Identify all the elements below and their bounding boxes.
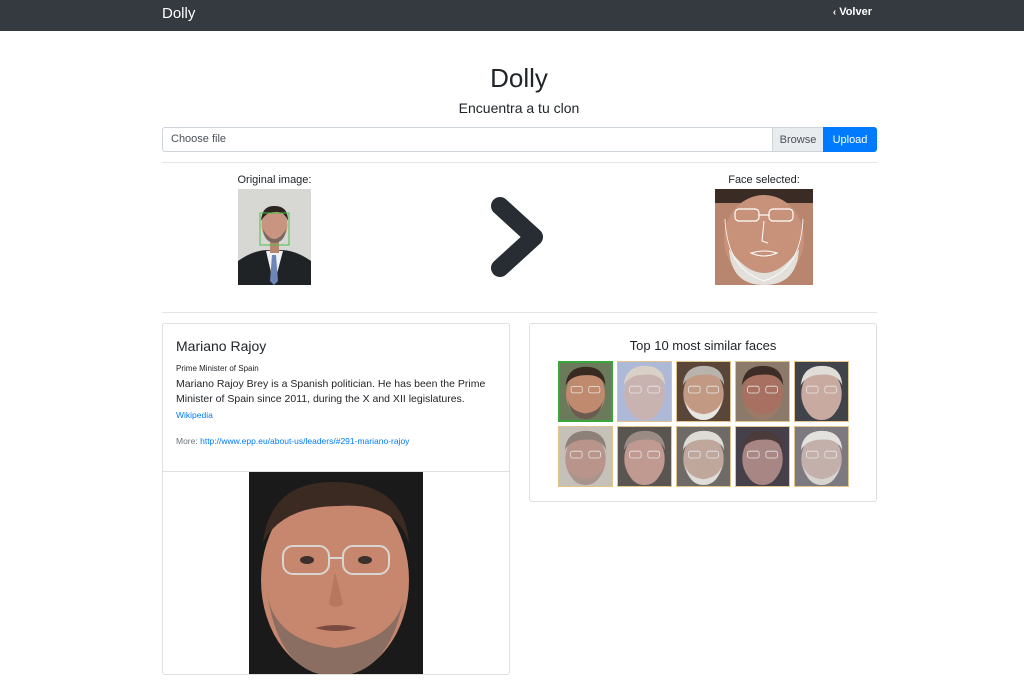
similar-face-thumb[interactable]	[558, 361, 613, 422]
navbar: Dolly ‹ Volver	[0, 0, 1024, 31]
brand-link[interactable]: Dolly	[162, 5, 195, 22]
similar-faces-card: Top 10 most similar faces	[529, 323, 877, 502]
chevron-right-icon	[491, 197, 543, 277]
similar-face-thumb[interactable]	[794, 426, 849, 487]
page-subtitle: Encuentra a tu clon	[458, 100, 580, 116]
match-info-card: Mariano Rajoy Prime Minister of Spain Ma…	[162, 323, 510, 675]
divider	[162, 312, 877, 313]
similar-face-thumb[interactable]	[558, 426, 613, 487]
upload-button[interactable]: Upload	[823, 127, 877, 152]
wikipedia-link[interactable]: Wikipedia	[176, 410, 213, 420]
person-photo	[249, 472, 423, 674]
person-name: Mariano Rajoy	[176, 338, 267, 354]
file-input-label: Choose file	[171, 133, 227, 145]
similar-face-thumb[interactable]	[617, 426, 672, 487]
selected-face-image	[715, 189, 813, 285]
selected-face-caption: Face selected:	[728, 174, 800, 186]
similar-face-thumb[interactable]	[735, 426, 790, 487]
more-url-link[interactable]: http://www.epp.eu/about-us/leaders/#291-…	[200, 436, 409, 446]
original-image	[238, 189, 311, 285]
person-description: Mariano Rajoy Brey is a Spanish politici…	[176, 378, 486, 405]
similar-face-thumb[interactable]	[735, 361, 790, 422]
similar-faces-title: Top 10 most similar faces	[629, 338, 777, 353]
more-prefix: More:	[176, 436, 198, 446]
page-title: Dolly	[490, 63, 548, 93]
similar-faces-grid	[558, 361, 849, 487]
divider	[162, 162, 877, 163]
browse-button[interactable]: Browse	[772, 128, 823, 151]
similar-face-thumb[interactable]	[676, 426, 731, 487]
similar-face-thumb[interactable]	[617, 361, 672, 422]
person-role: Prime Minister of Spain	[176, 364, 259, 373]
back-label: Volver	[839, 6, 872, 18]
similar-face-thumb[interactable]	[794, 361, 849, 422]
similar-face-thumb[interactable]	[676, 361, 731, 422]
chevron-left-icon: ‹	[832, 6, 837, 18]
back-link[interactable]: ‹ Volver	[833, 6, 872, 18]
more-line: More: http://www.epp.eu/about-us/leaders…	[176, 436, 409, 446]
original-image-caption: Original image:	[237, 174, 312, 186]
file-input[interactable]: Choose file Browse Upload	[162, 127, 877, 152]
